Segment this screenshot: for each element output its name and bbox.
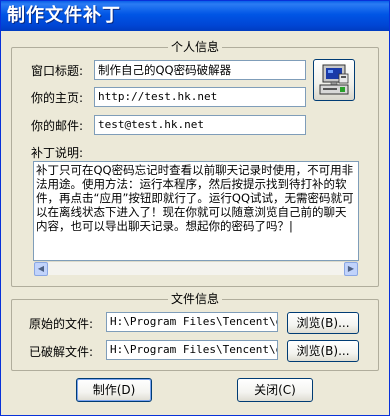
homepage-field[interactable]: http://test.hk.net [94,87,306,107]
cracked-file-label: 已破解文件: [29,345,94,359]
personal-info-title: 个人信息 [168,40,223,54]
make-button-label: 制作(D) [92,383,136,397]
window-title-field[interactable]: 制作自己的QQ密码破解器 [94,60,306,80]
original-file-label: 原始的文件: [29,317,94,331]
app-icon-button[interactable] [313,59,355,101]
window-title: 制作文件补丁 [7,5,121,26]
homepage-label: 你的主页: [31,91,84,105]
computer-icon [319,64,349,95]
description-scrollbar[interactable]: ◀ ▶ [34,261,358,276]
original-file-field[interactable]: H:\Program Files\Tencent\qq\ [106,312,278,332]
make-button[interactable]: 制作(D) [76,378,152,402]
description-textarea[interactable]: 补丁只可在QQ密码忘记时查看以前聊天记录时使用，不可用非法用途。使用方法：运行本… [33,161,359,261]
title-bar[interactable]: 制作文件补丁 [1,1,389,31]
file-info-title: 文件信息 [168,292,223,306]
email-label: 你的邮件: [31,119,84,133]
scroll-left-icon[interactable]: ◀ [34,262,48,276]
description-label: 补丁说明: [31,146,84,160]
browse-cracked-label: 浏览(B)... [296,344,350,358]
dialog-window: 制作文件补丁 个人信息 窗口标题: 制作自己的QQ密码破解器 你的主页: htt… [0,0,390,416]
close-button[interactable]: 关闭(C) [237,378,313,402]
browse-original-button[interactable]: 浏览(B)... [287,312,359,334]
browse-cracked-button[interactable]: 浏览(B)... [287,340,359,362]
browse-original-label: 浏览(B)... [296,316,350,330]
email-field[interactable]: test@test.hk.net [94,115,306,135]
cracked-file-field[interactable]: H:\Program Files\Tencent\qq\ [106,340,278,360]
close-button-label: 关闭(C) [254,383,296,397]
window-title-label: 窗口标题: [31,64,84,78]
scroll-right-icon[interactable]: ▶ [344,262,358,276]
